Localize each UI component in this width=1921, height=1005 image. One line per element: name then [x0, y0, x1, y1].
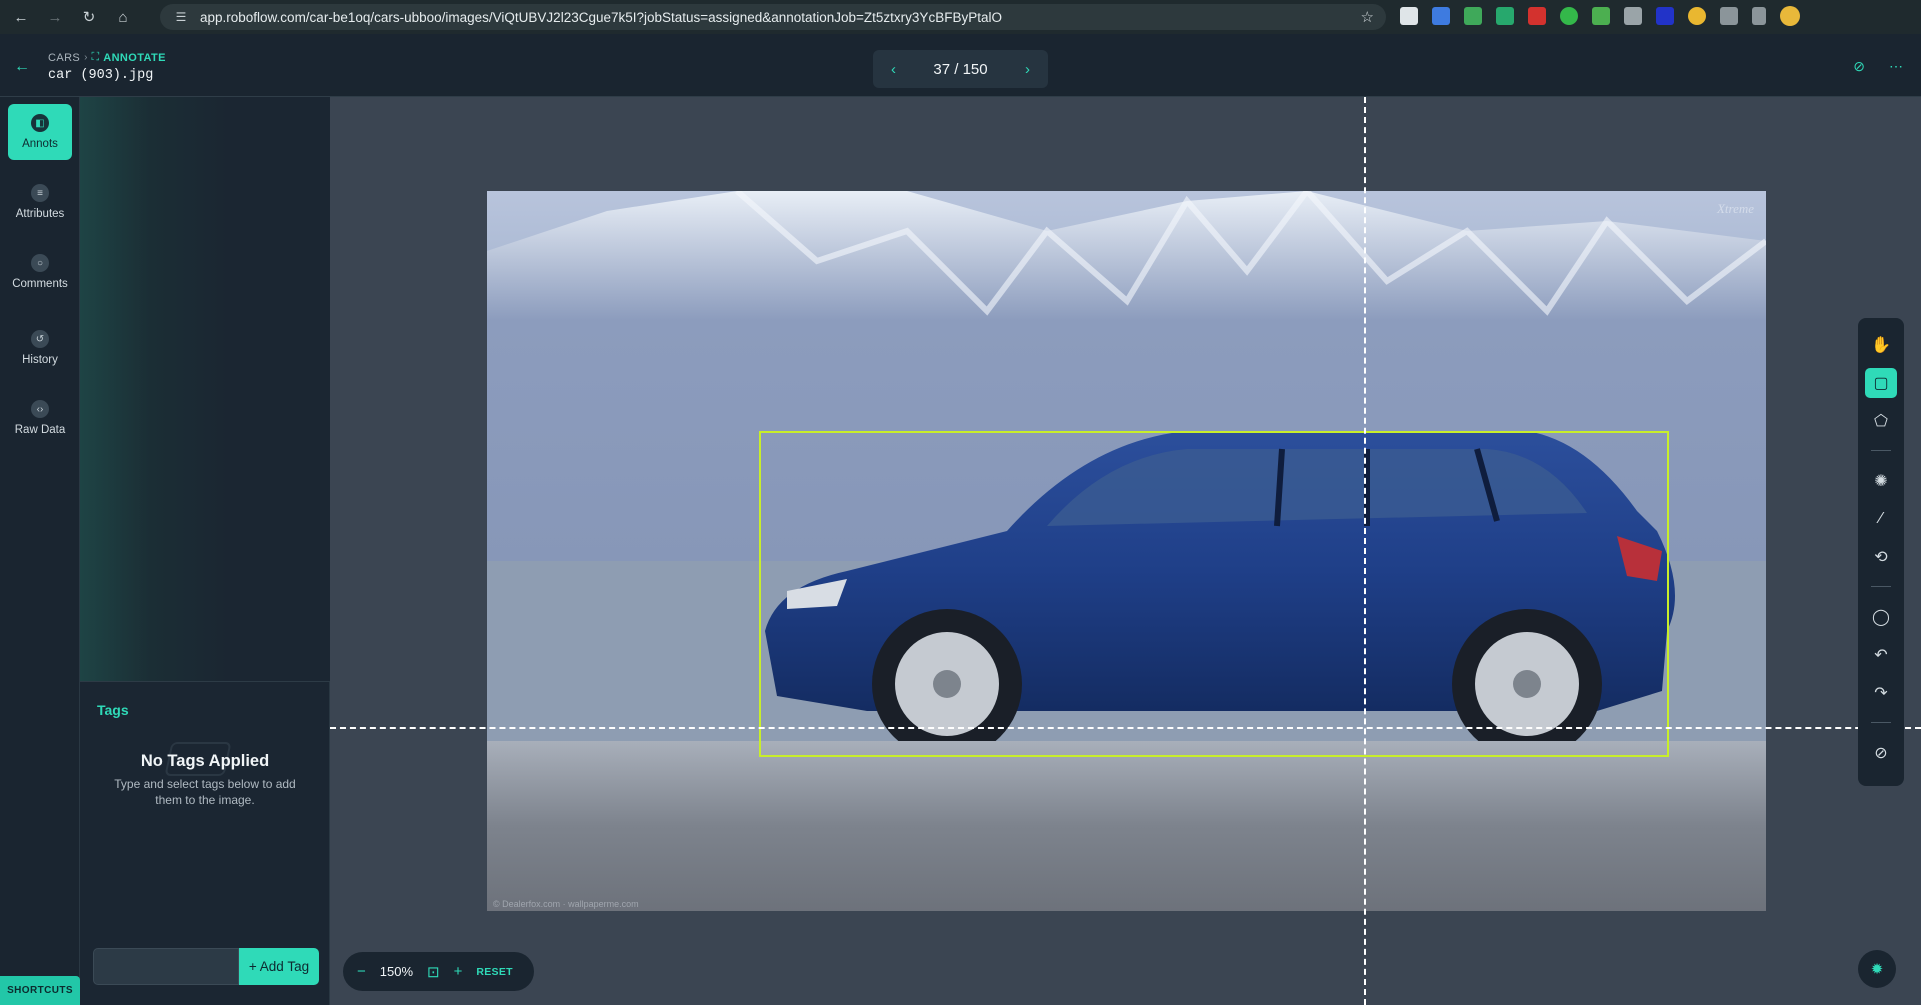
- history-icon: ↺: [31, 330, 49, 348]
- rail-item-label: Comments: [12, 278, 68, 290]
- breadcrumb: CARS › ⛶ ANNOTATE: [48, 51, 166, 64]
- browser-toolbar: ← → ↻ ⌂ ☰ app.roboflow.com/car-be1oq/car…: [0, 0, 1921, 34]
- side-panel: Tags No Tags Applied Type and select tag…: [80, 97, 330, 1005]
- undo-icon[interactable]: ↶: [1865, 640, 1897, 670]
- comment-tool-icon[interactable]: ◯: [1865, 602, 1897, 632]
- extensions-bar: [1400, 6, 1800, 26]
- more-options-icon[interactable]: ⋯: [1889, 58, 1903, 75]
- repeat-previous-icon[interactable]: ⟲: [1865, 542, 1897, 572]
- annotations-icon: ◧: [31, 114, 49, 132]
- lock-icon[interactable]: ⊡: [427, 963, 440, 981]
- rail-item-annots[interactable]: ◧ Annots: [8, 104, 72, 160]
- reload-icon[interactable]: ↻: [76, 4, 102, 30]
- breadcrumb-annotate: ANNOTATE: [103, 51, 166, 64]
- header-actions: ⊘ ⋯: [1853, 58, 1903, 75]
- rail-item-label: Attributes: [15, 208, 65, 220]
- extension-icon[interactable]: [1688, 7, 1706, 25]
- tool-palette: ✋ ▢ ⬠ ✺ ⁄ ⟲ ◯ ↶ ↷ ⊘: [1858, 318, 1904, 786]
- image-credit: © Dealerfox.com · wallpaperme.com: [493, 899, 639, 909]
- reset-zoom-button[interactable]: RESET: [476, 966, 513, 978]
- rail-item-label: History: [22, 354, 58, 366]
- image-ground: [487, 741, 1766, 911]
- next-image-icon[interactable]: ›: [1025, 61, 1030, 78]
- camera-extension-icon[interactable]: [1624, 7, 1642, 25]
- chevron-right-icon: ›: [84, 52, 88, 63]
- zoom-level: 150%: [379, 964, 414, 979]
- drag-tool-icon[interactable]: ✋: [1865, 330, 1897, 360]
- zoom-controls: − 150% ⊡ + RESET: [343, 952, 534, 991]
- rail-item-raw-data[interactable]: ‹› Raw Data: [8, 390, 72, 446]
- rail-item-label: Raw Data: [14, 424, 66, 436]
- extension-icon[interactable]: [1528, 7, 1546, 25]
- extension-icon[interactable]: [1592, 7, 1610, 25]
- settings-gear-icon[interactable]: ✹: [1858, 950, 1896, 988]
- annotation-canvas[interactable]: Xtreme © Dealerfox.com · wallpaperme.com: [330, 97, 1921, 1005]
- profile-avatar[interactable]: [1780, 6, 1800, 26]
- rail-item-history[interactable]: ↺ History: [8, 320, 72, 376]
- extension-icon[interactable]: [1656, 7, 1674, 25]
- tag-input[interactable]: [93, 948, 239, 985]
- car-image: Xtreme © Dealerfox.com · wallpaperme.com: [487, 191, 1766, 911]
- bounding-box-annotation[interactable]: [759, 431, 1669, 757]
- shortcuts-button[interactable]: SHORTCUTS: [0, 976, 80, 1005]
- image-pager: ‹ 37 / 150 ›: [873, 50, 1048, 88]
- site-info-icon[interactable]: ☰: [172, 8, 190, 26]
- divider: [80, 681, 330, 682]
- image-counter: 37 / 150: [933, 60, 988, 78]
- extension-icon[interactable]: [1464, 7, 1482, 25]
- app-header: ← CARS › ⛶ ANNOTATE car (903).jpg ‹ 37 /…: [0, 34, 1921, 97]
- empty-tags-description: Type and select tags below to add them t…: [114, 777, 296, 807]
- comments-icon: ○: [31, 254, 49, 272]
- empty-tags-title: No Tags Applied: [140, 752, 270, 770]
- image-watermark: Xtreme: [1716, 201, 1754, 216]
- translate-extension-icon[interactable]: [1432, 7, 1450, 25]
- rail-item-attributes[interactable]: ≡ Attributes: [8, 174, 72, 230]
- address-bar[interactable]: ☰ app.roboflow.com/car-be1oq/cars-ubboo/…: [160, 4, 1386, 30]
- back-icon[interactable]: ←: [8, 4, 34, 30]
- file-name: car (903).jpg: [48, 68, 154, 83]
- side-panel-icon[interactable]: [1752, 7, 1766, 25]
- zoom-in-button[interactable]: +: [454, 963, 463, 980]
- back-arrow-icon[interactable]: ←: [14, 58, 30, 76]
- forward-icon[interactable]: →: [42, 4, 68, 30]
- add-tag-button[interactable]: + Add Tag: [239, 948, 319, 985]
- tags-heading: Tags: [97, 702, 129, 718]
- redo-icon[interactable]: ↷: [1865, 678, 1897, 708]
- crosshair-horizontal: [330, 727, 1921, 729]
- annotations-list: [80, 97, 330, 682]
- smart-polygon-icon[interactable]: ✺: [1865, 466, 1897, 496]
- attributes-icon: ≡: [31, 184, 49, 202]
- breadcrumb-project[interactable]: CARS: [48, 52, 80, 64]
- magic-wand-icon[interactable]: ⁄: [1865, 504, 1897, 534]
- annotate-icon: ⛶: [91, 51, 100, 63]
- extension-icon[interactable]: [1400, 7, 1418, 25]
- divider: [1871, 722, 1891, 723]
- left-rail: ◧ Annots ≡ Attributes ○ Comments ↺ Histo…: [0, 97, 80, 1005]
- extensions-puzzle-icon[interactable]: [1720, 7, 1738, 25]
- home-icon[interactable]: ⌂: [110, 4, 136, 30]
- previous-image-icon[interactable]: ‹: [891, 61, 896, 78]
- polygon-tool-icon[interactable]: ⬠: [1865, 406, 1897, 436]
- hide-annotations-icon[interactable]: ⊘: [1865, 738, 1897, 768]
- bookmark-star-icon[interactable]: ☆: [1361, 8, 1374, 26]
- rail-item-label: Annots: [22, 138, 58, 150]
- extension-icon[interactable]: [1560, 7, 1578, 25]
- hide-annotations-eye-icon[interactable]: ⊘: [1853, 58, 1865, 75]
- crosshair-vertical: [1364, 97, 1366, 1005]
- url-text: app.roboflow.com/car-be1oq/cars-ubboo/im…: [200, 9, 1002, 25]
- extension-icon[interactable]: [1496, 7, 1514, 25]
- zoom-out-button[interactable]: −: [357, 963, 366, 980]
- divider: [1871, 450, 1891, 451]
- rail-item-comments[interactable]: ○ Comments: [8, 244, 72, 300]
- divider: [1871, 586, 1891, 587]
- code-icon: ‹›: [31, 400, 49, 418]
- bounding-box-tool-icon[interactable]: ▢: [1865, 368, 1897, 398]
